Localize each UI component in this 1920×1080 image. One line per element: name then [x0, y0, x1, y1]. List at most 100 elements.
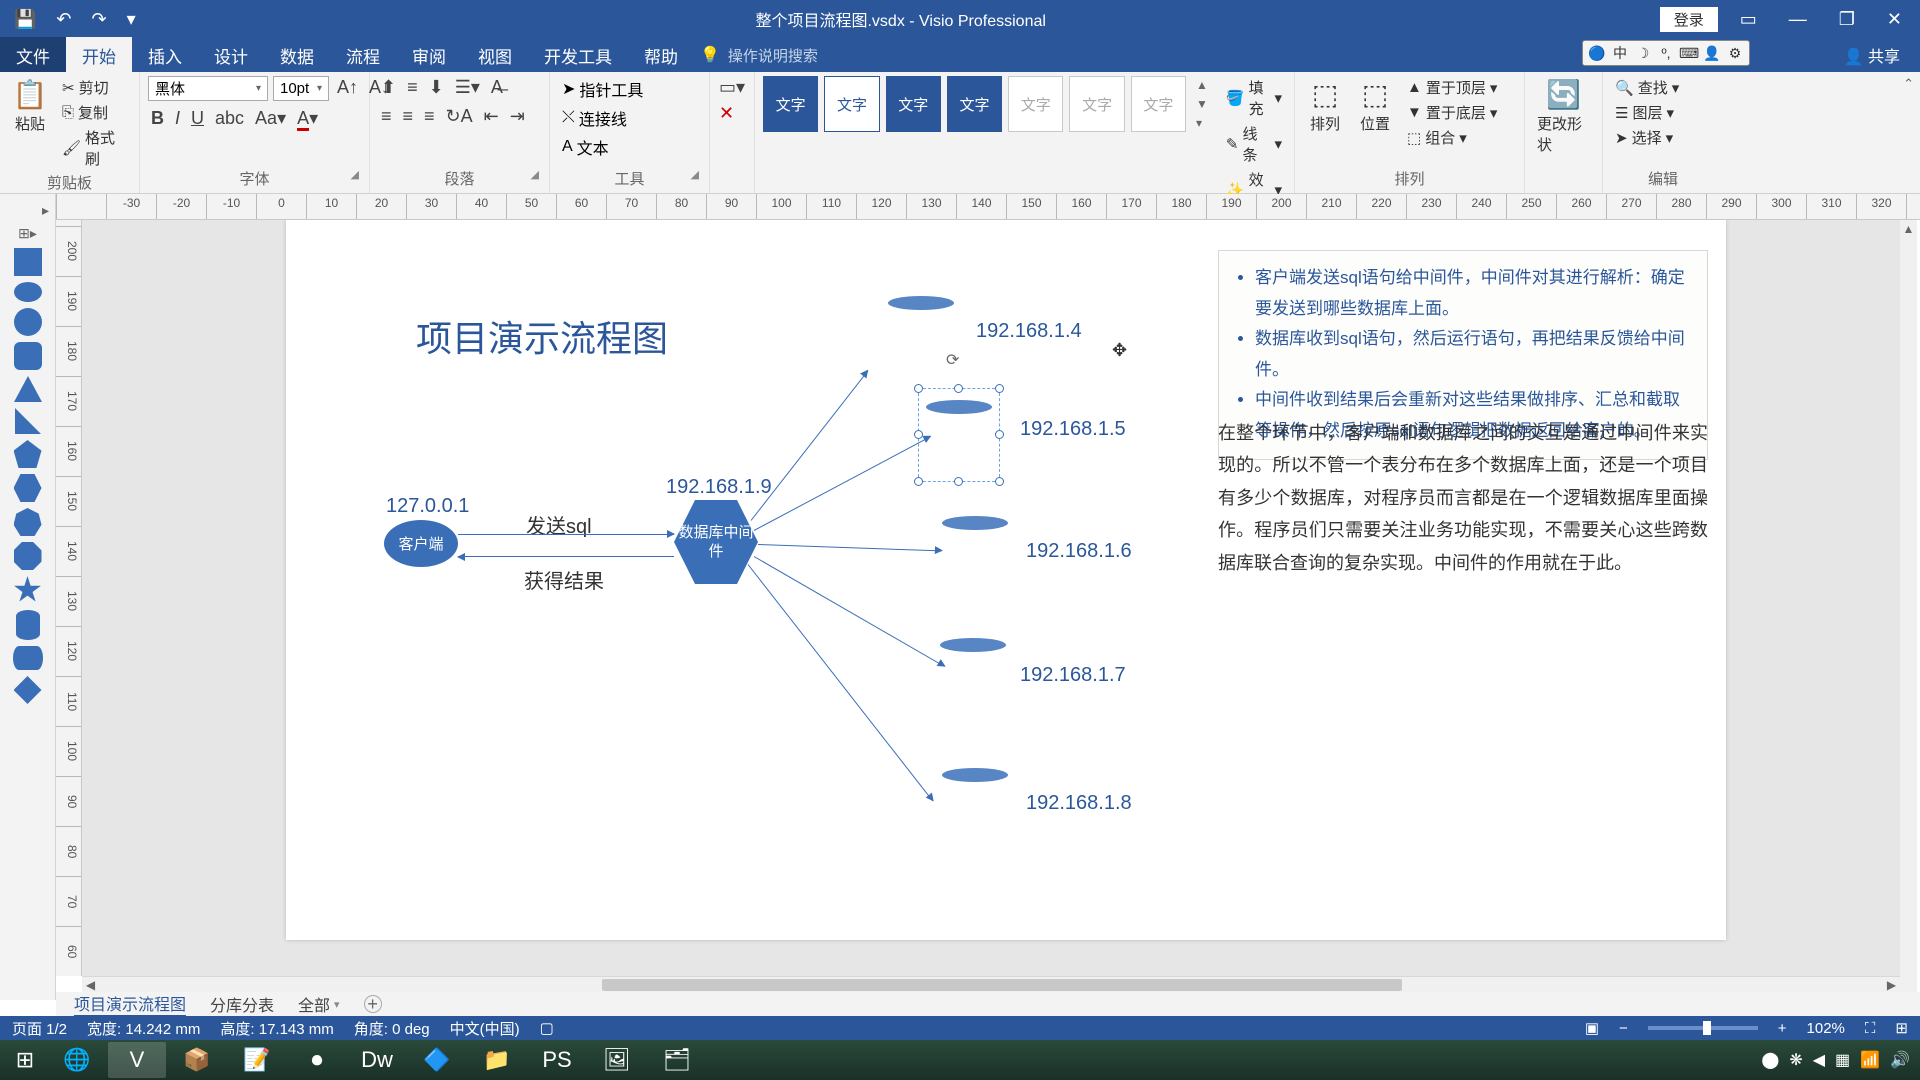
- ip-db4[interactable]: 192.168.1.7: [1020, 664, 1126, 687]
- task-virtualbox[interactable]: 📦: [168, 1042, 226, 1078]
- shape-rounded-rect[interactable]: [14, 342, 42, 370]
- ip-db1[interactable]: 192.168.1.4: [976, 320, 1082, 343]
- shapes-view-icon[interactable]: ⊞▸: [18, 225, 37, 242]
- tab-view[interactable]: 视图: [462, 37, 528, 74]
- font-dialog-launcher-icon[interactable]: ◢: [351, 168, 359, 181]
- styles-more-icon[interactable]: ▾: [1196, 116, 1208, 130]
- zoom-slider[interactable]: [1648, 1026, 1758, 1030]
- tray-icon-4[interactable]: ▦: [1835, 1050, 1850, 1070]
- shape-db4[interactable]: 商品数据库: [940, 642, 1006, 705]
- add-sheet-button[interactable]: +: [364, 995, 382, 1013]
- ip-db5[interactable]: 192.168.1.8: [1026, 792, 1132, 815]
- rectangle-tool-icon[interactable]: ▭▾: [716, 76, 748, 99]
- label-recv[interactable]: 获得结果: [524, 565, 604, 594]
- task-dreamweaver[interactable]: Dw: [348, 1042, 406, 1078]
- arrange-button[interactable]: ⬚排列: [1303, 76, 1347, 136]
- shape-diamond[interactable]: [14, 676, 42, 704]
- ip-client[interactable]: 127.0.0.1: [386, 495, 469, 518]
- shape-octagon[interactable]: [14, 542, 42, 570]
- shape-style-4[interactable]: 文字: [947, 76, 1002, 132]
- status-language[interactable]: 中文(中国): [450, 1018, 520, 1039]
- zoom-level[interactable]: 102%: [1807, 1020, 1845, 1037]
- presentation-mode-icon[interactable]: ▣: [1585, 1019, 1599, 1037]
- dec-indent-icon[interactable]: ⇤: [481, 105, 502, 128]
- diagram-title[interactable]: 项目演示流程图: [416, 310, 668, 362]
- qat-customize-icon[interactable]: ▾: [121, 7, 142, 32]
- bring-front-button[interactable]: ▲ 置于顶层 ▾: [1403, 76, 1501, 99]
- ribbon-display-icon[interactable]: ▭: [1730, 9, 1767, 30]
- tray-icon-1[interactable]: ⬤: [1761, 1050, 1779, 1070]
- shape-right-triangle[interactable]: [15, 408, 41, 434]
- scroll-thumb[interactable]: [602, 979, 1402, 991]
- ime-cn-icon[interactable]: 中: [1610, 43, 1630, 63]
- case-icon[interactable]: Aa▾: [252, 107, 289, 130]
- zoom-out-icon[interactable]: −: [1619, 1020, 1628, 1037]
- tab-data[interactable]: 数据: [264, 37, 330, 74]
- shape-heptagon[interactable]: [14, 508, 42, 536]
- shape-cylinder[interactable]: [16, 610, 40, 640]
- task-app3[interactable]: 🗂: [648, 1042, 706, 1078]
- font-name-combo[interactable]: 黑体▾: [148, 76, 268, 101]
- shape-middleware[interactable]: 数据库中间件: [674, 500, 758, 584]
- position-button[interactable]: ⬚位置: [1353, 76, 1397, 136]
- tab-dev[interactable]: 开发工具: [528, 37, 628, 74]
- styles-up-icon[interactable]: ▲: [1196, 78, 1208, 92]
- align-bot-icon[interactable]: ⬇: [426, 76, 447, 99]
- system-tray[interactable]: ⬤ ❋ ◀ ▦ 📶 🔊: [1761, 1050, 1920, 1070]
- scroll-up-icon[interactable]: ▲: [1900, 220, 1917, 237]
- ime-punct-icon[interactable]: º,: [1656, 43, 1676, 63]
- scroll-right-icon[interactable]: ▶: [1883, 977, 1900, 993]
- tab-design[interactable]: 设计: [198, 37, 264, 74]
- inc-indent-icon[interactable]: ⇥: [507, 105, 528, 128]
- align-center-icon[interactable]: ≡: [400, 105, 417, 128]
- ime-user-icon[interactable]: 👤: [1702, 43, 1722, 63]
- shape-db3[interactable]: 商品数据库: [942, 520, 1008, 583]
- pan-zoom-icon[interactable]: ⊞: [1895, 1019, 1908, 1037]
- shape-can[interactable]: [13, 646, 43, 670]
- task-app2[interactable]: 🖼: [588, 1042, 646, 1078]
- ime-gear-icon[interactable]: ⚙: [1725, 43, 1745, 63]
- sheet-tab-2[interactable]: 分库分表: [210, 992, 274, 1016]
- connector-tool-button[interactable]: ⤬ 连接线: [558, 105, 631, 131]
- shape-style-2[interactable]: 文字: [824, 76, 879, 132]
- shape-circle[interactable]: [14, 308, 42, 336]
- save-icon[interactable]: 💾: [8, 7, 42, 32]
- format-painter-button[interactable]: 🖌 格式刷: [58, 126, 131, 170]
- tab-insert[interactable]: 插入: [132, 37, 198, 74]
- tray-icon-3[interactable]: ◀: [1813, 1050, 1825, 1070]
- minimize-icon[interactable]: —: [1779, 9, 1817, 30]
- clear-format-icon[interactable]: A̶: [488, 76, 506, 99]
- ime-toolbar[interactable]: 🔵 中 ☽ º, ⌨ 👤 ⚙: [1582, 40, 1750, 66]
- tell-me-search[interactable]: 操作说明搜索: [728, 45, 818, 66]
- shape-ellipse[interactable]: [14, 282, 42, 302]
- task-visio[interactable]: V: [108, 1042, 166, 1078]
- shape-star[interactable]: [14, 576, 42, 604]
- paste-button[interactable]: 📋粘贴: [8, 76, 52, 136]
- sheet-tab-1[interactable]: 项目演示流程图: [74, 991, 186, 1017]
- cut-button[interactable]: ✂ 剪切: [58, 76, 131, 99]
- rotate-handle-icon[interactable]: ⟳: [946, 350, 959, 370]
- shape-style-7[interactable]: 文字: [1131, 76, 1186, 132]
- task-explorer[interactable]: 📁: [468, 1042, 526, 1078]
- task-obs[interactable]: ⏺: [288, 1042, 346, 1078]
- font-size-combo[interactable]: 10pt▾: [273, 76, 329, 101]
- shape-square[interactable]: [14, 248, 42, 276]
- shape-db1[interactable]: 订单数据库: [888, 300, 954, 363]
- para-dialog-launcher-icon[interactable]: ◢: [531, 168, 539, 181]
- task-app1[interactable]: 🔷: [408, 1042, 466, 1078]
- copy-button[interactable]: ⎘ 复制: [58, 101, 131, 124]
- ime-moon-icon[interactable]: ☽: [1633, 43, 1653, 63]
- align-mid-icon[interactable]: ≡: [404, 76, 421, 99]
- ime-logo-icon[interactable]: 🔵: [1587, 43, 1607, 63]
- start-button[interactable]: ⊞: [4, 1042, 46, 1078]
- share-button[interactable]: 👤 共享: [1844, 43, 1900, 67]
- find-button[interactable]: 🔍 查找 ▾: [1611, 76, 1683, 99]
- horizontal-scrollbar[interactable]: ◀ ▶: [82, 976, 1900, 993]
- send-back-button[interactable]: ▼ 置于底层 ▾: [1403, 101, 1501, 124]
- shape-hexagon[interactable]: [14, 474, 42, 502]
- paragraph-text[interactable]: 在整个环节中，客户端和数据库之间的交互是通过中间件来实现的。所以不管一个表分布在…: [1218, 417, 1708, 579]
- underline-icon[interactable]: U: [188, 107, 207, 130]
- shapes-expand-icon[interactable]: ▸: [42, 202, 49, 219]
- shape-db5[interactable]: 用户数据库: [942, 772, 1008, 835]
- tab-home[interactable]: 开始: [66, 37, 132, 74]
